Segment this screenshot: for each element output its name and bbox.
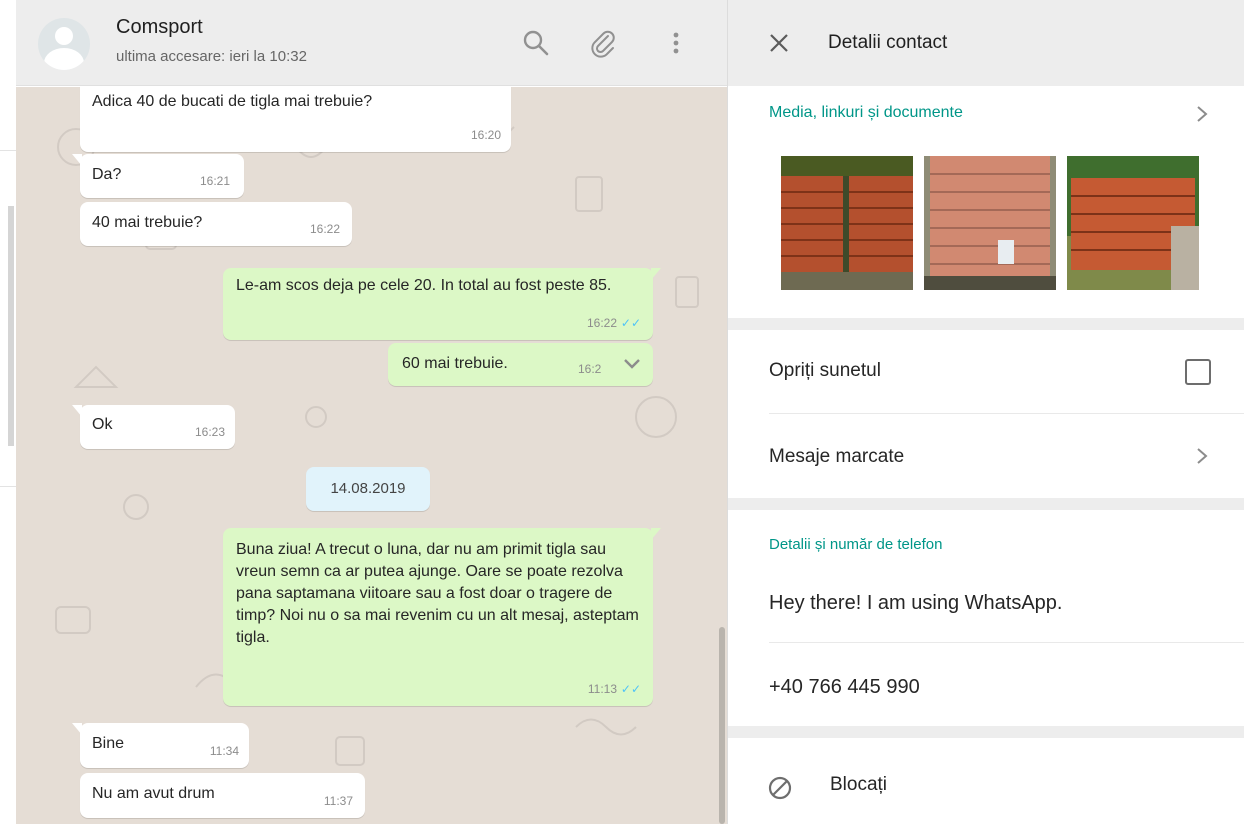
block-section[interactable]: Blocați — [728, 738, 1244, 824]
mute-label[interactable]: Opriți sunetul — [769, 360, 881, 382]
chevron-down-icon[interactable] — [623, 357, 641, 371]
divider — [0, 150, 16, 151]
message-text: Adica 40 de bucati de tigla mai trebuie? — [92, 93, 373, 110]
settings-section: Opriți sunetul Mesaje marcate — [728, 330, 1244, 498]
scrollbar[interactable] — [719, 627, 725, 824]
search-icon[interactable] — [521, 28, 551, 58]
chat-header[interactable]: Comsport ultima accesare: ieri la 10:32 — [16, 0, 727, 86]
message-outgoing[interactable]: Le-am scos deja pe cele 20. In total au … — [223, 268, 661, 340]
contact-details-panel: Detalii contact Media, linkuri și docume… — [728, 0, 1244, 824]
last-seen: ultima accesare: ieri la 10:32 — [116, 48, 307, 65]
message-time: 16:22 — [586, 316, 617, 330]
message-incoming[interactable]: Nu am avut drum 11:37 — [80, 773, 365, 818]
panel-title: Detalii contact — [828, 32, 948, 53]
media-title[interactable]: Media, linkuri și documente — [769, 104, 963, 122]
details-section: Detalii și număr de telefon Hey there! I… — [728, 510, 1244, 726]
message-outgoing[interactable]: Buna ziua! A trecut o luna, dar nu am pr… — [223, 528, 661, 706]
date-separator: 14.08.2019 — [306, 467, 430, 511]
mute-checkbox[interactable] — [1185, 359, 1211, 385]
message-time: 16:23 — [194, 425, 225, 439]
divider — [769, 642, 1244, 643]
message-time: 11:13 — [587, 682, 617, 696]
divider — [769, 413, 1244, 414]
block-icon — [768, 776, 792, 800]
attach-icon[interactable] — [588, 28, 618, 58]
message-incoming[interactable]: 40 mai trebuie? 16:22 — [80, 202, 352, 246]
avatar[interactable] — [38, 18, 90, 70]
message-text: Bine — [92, 735, 125, 752]
media-thumbnail[interactable] — [924, 156, 1056, 290]
message-time: 11:37 — [323, 794, 353, 808]
message-incoming[interactable]: Da? 16:21 — [72, 154, 244, 198]
divider — [0, 486, 16, 487]
chevron-right-icon[interactable] — [1194, 446, 1210, 466]
panel-header: Detalii contact — [728, 0, 1244, 86]
message-incoming[interactable]: Adica 40 de bucati de tigla mai trebuie?… — [80, 87, 511, 152]
message-text: Da? — [92, 166, 122, 183]
double-check-icon: ✓✓ — [620, 682, 641, 696]
message-time: 16:2 — [578, 362, 602, 376]
message-text: Buna ziua! A trecut o luna, dar nu am pr… — [236, 541, 639, 646]
message-list[interactable]: Adica 40 de bucati de tigla mai trebuie?… — [16, 87, 727, 824]
starred-messages-label[interactable]: Mesaje marcate — [769, 446, 904, 468]
message-text: 60 mai trebuie. — [402, 355, 508, 372]
message-time: 16:20 — [470, 128, 501, 142]
left-strip — [0, 0, 16, 824]
message-text: Le-am scos deja pe cele 20. In total au … — [236, 277, 612, 294]
chevron-right-icon[interactable] — [1194, 104, 1210, 124]
message-text: Ok — [92, 416, 113, 433]
chat-panel: Comsport ultima accesare: ieri la 10:32 — [16, 0, 728, 824]
message-incoming[interactable]: Bine 11:34 — [72, 723, 249, 768]
about-text: Hey there! I am using WhatsApp. — [769, 592, 1063, 614]
close-icon[interactable] — [766, 30, 792, 56]
media-thumbnail[interactable] — [1067, 156, 1199, 290]
message-time: 16:21 — [199, 174, 230, 188]
media-section[interactable]: Media, linkuri și documente — [728, 86, 1244, 318]
message-outgoing[interactable]: 60 mai trebuie. 16:2 — [388, 343, 653, 386]
media-thumbnail[interactable] — [781, 156, 913, 290]
double-check-icon: ✓✓ — [620, 316, 641, 330]
contact-name[interactable]: Comsport — [116, 16, 203, 39]
details-title: Detalii și număr de telefon — [769, 536, 943, 553]
message-time: 11:34 — [209, 744, 239, 758]
message-time: 16:22 — [309, 222, 340, 236]
message-incoming[interactable]: Ok 16:23 — [72, 405, 235, 449]
scrollbar[interactable] — [8, 206, 14, 446]
message-text: Nu am avut drum — [92, 785, 215, 802]
menu-icon[interactable] — [661, 28, 691, 58]
block-contact-button[interactable]: Blocați — [830, 774, 887, 796]
phone-number[interactable]: +40 766 445 990 — [769, 676, 920, 699]
message-text: 40 mai trebuie? — [92, 214, 203, 231]
